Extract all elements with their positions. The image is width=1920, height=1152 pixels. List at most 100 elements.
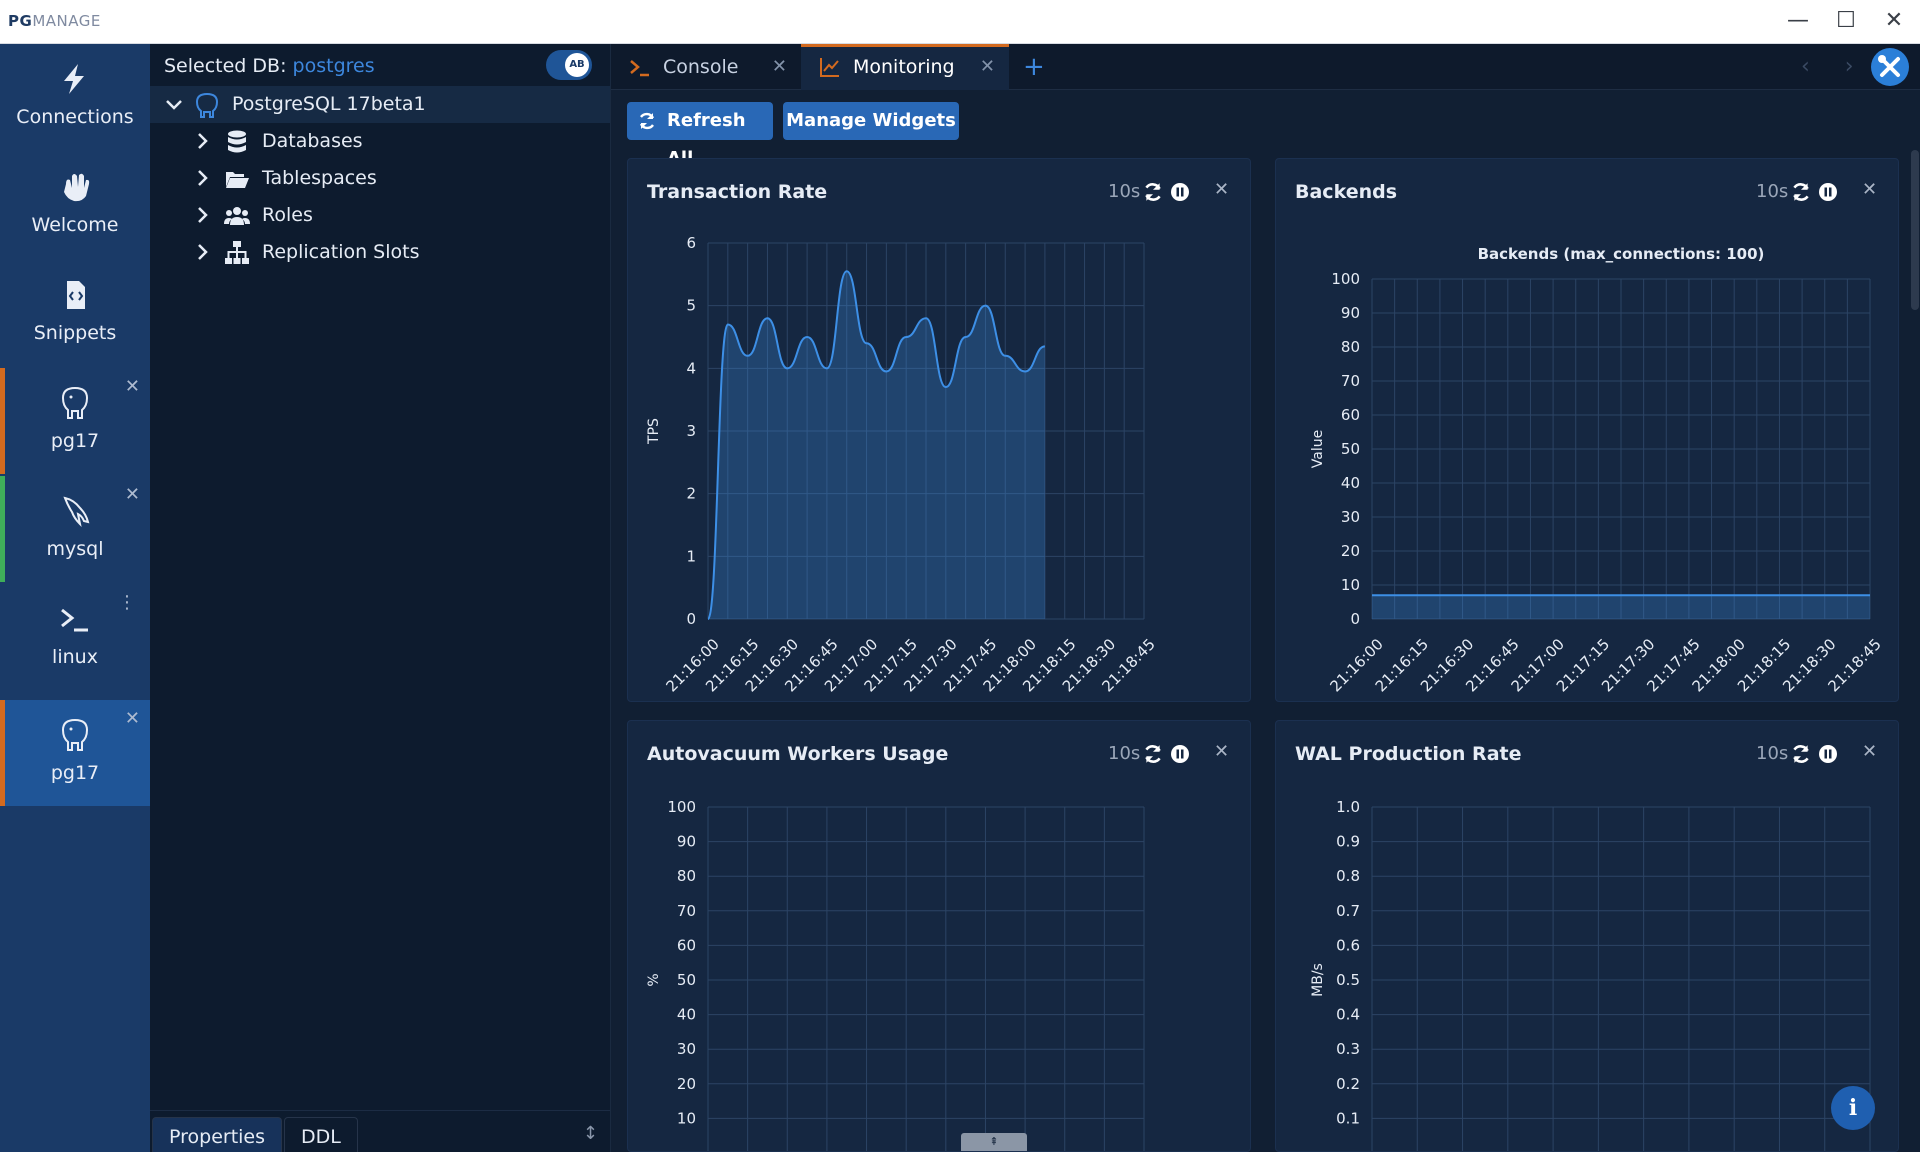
y-tick-label: 90 [1341,304,1360,322]
database-tree-panel: Selected DB: postgres AB PostgreSQL 17be… [150,44,610,1152]
tab-ddl[interactable]: DDL [284,1117,358,1152]
chevron-down-icon[interactable] [164,94,184,114]
tab-label: Console [663,56,739,78]
resize-handle-icon[interactable]: ↕ [583,1123,598,1144]
rail-label: Welcome [31,214,119,236]
rail-label: pg17 [50,762,100,784]
chevron-right-icon[interactable] [192,242,212,262]
tree-node-server[interactable]: PostgreSQL 17beta1 [150,86,610,123]
close-connection-icon[interactable]: ✕ [125,484,140,505]
rail-label: pg17 [50,430,100,452]
autocomplete-toggle[interactable]: AB [546,50,592,80]
chevron-right-icon[interactable] [192,131,212,151]
series-area [1372,595,1870,619]
y-tick-label: 0.1 [1336,1109,1360,1127]
y-tick-label: 1.0 [1336,798,1360,816]
y-axis-label: TPS [646,418,662,445]
workspace-scrollbar[interactable] [1911,150,1919,310]
rail-label: linux [52,646,98,668]
bolt-icon [64,64,84,94]
y-axis-label: % [646,973,662,986]
close-connection-icon[interactable]: ✕ [125,708,140,729]
tab-console[interactable]: Console ✕ [611,44,801,90]
y-tick-label: 0.3 [1336,1040,1360,1058]
logo-manage: MANAGE [32,12,101,30]
y-tick-label: 80 [1341,338,1360,356]
button-label: Manage Widgets [786,110,956,131]
y-tick-label: 6 [686,234,696,252]
tree-node-roles[interactable]: Roles [150,197,610,234]
close-window-button[interactable]: ✕ [1872,6,1916,38]
folder-open-icon [226,172,249,188]
tools-button[interactable] [1871,48,1909,86]
tree-node-databases[interactable]: Databases [150,123,610,160]
bottom-panel-handle[interactable]: ⇞ [961,1133,1027,1151]
widget-wal-production-rate: WAL Production Rate 10s ✕ 0.1 0.2 0.3 0.4 0.… [1275,720,1899,1152]
y-tick-label: 0.6 [1336,936,1360,954]
selected-db-name[interactable]: postgres [293,55,375,77]
tab-monitoring[interactable]: Monitoring ✕ [801,44,1009,90]
widget-transaction-rate: Transaction Rate 10s ✕ 0 1 2 3 4 5 6 TPS 21:16:0… [627,158,1251,702]
y-tick-label: 0.7 [1336,902,1360,920]
add-tab-button[interactable]: + [1023,52,1045,82]
rail-item-connections[interactable]: Connections [0,44,150,150]
tree-node-label: Roles [262,204,313,226]
tab-nav-arrows[interactable]: ‹ › [1801,54,1868,79]
y-tick-label: 4 [686,359,696,377]
tree-node-tablespaces[interactable]: Tablespaces [150,160,610,197]
info-button[interactable]: i [1831,1086,1875,1130]
wrench-screwdriver-icon [1878,55,1900,77]
y-tick-label: 0.4 [1336,1006,1360,1024]
y-axis-label: MB/s [1310,963,1326,997]
tree-node-label: PostgreSQL 17beta1 [232,93,426,115]
connection-menu-icon[interactable]: ⋮ [118,592,136,613]
close-connection-icon[interactable]: ✕ [125,376,140,397]
rail-item-pg17-active[interactable]: pg17 ✕ [0,700,150,806]
chevron-right-icon[interactable] [192,205,212,225]
rail-item-mysql[interactable]: mysql ✕ [0,476,150,582]
y-tick-label: 50 [677,971,696,989]
tab-properties[interactable]: Properties [152,1117,283,1152]
code-file-icon [67,281,85,309]
y-tick-label: 70 [677,902,696,920]
y-tick-label: 1 [686,547,696,565]
rail-label: Snippets [33,322,117,344]
sitemap-icon [225,241,249,264]
rail-item-snippets[interactable]: Snippets [0,260,150,366]
app-logo: PGMANAGE [8,12,101,30]
y-tick-label: 20 [677,1075,696,1093]
refresh-all-button[interactable]: Refresh All [627,102,773,169]
wal-chart: 0.1 0.2 0.3 0.4 0.5 0.6 0.7 0.8 0.9 1.0 MB/s [1310,798,1871,1151]
tree-node-label: Tablespaces [262,167,377,189]
y-tick-label: 20 [1341,542,1360,560]
workspace-tabbar: Console ✕ Monitoring ✕ + ‹ › [611,44,1920,90]
refresh-icon [639,112,655,130]
y-tick-label: 80 [677,867,696,885]
tree-node-label: Databases [262,130,363,152]
widget-backends: Backends 10s ✕ 0 10 20 30 40 50 60 70 80 90 100 Val… [1275,158,1899,702]
minimize-button[interactable]: — [1776,6,1820,38]
tree-node-label: Replication Slots [262,241,420,263]
manage-widgets-button[interactable]: Manage Widgets [783,102,959,140]
y-tick-label: 0.5 [1336,971,1360,989]
y-tick-label: 50 [1341,440,1360,458]
rail-item-welcome[interactable]: Welcome [0,152,150,258]
rail-item-linux[interactable]: linux ⋮ [0,584,150,690]
backends-chart: 0 10 20 30 40 50 60 70 80 90 100 Value Backends (max… [1310,245,1885,695]
rail-item-pg17[interactable]: pg17 ✕ [0,368,150,474]
y-tick-label: 30 [677,1040,696,1058]
logo-pg: PG [8,12,33,30]
transaction-rate-chart: 0123456TPS21:16:0021:16:1521:16:3021:16:… [646,234,1159,695]
close-tab-icon[interactable]: ✕ [772,56,787,77]
y-tick-label: 40 [1341,474,1360,492]
terminal-icon [630,60,649,77]
tree-node-replication-slots[interactable]: Replication Slots [150,234,610,271]
y-tick-label: 30 [1341,508,1360,526]
y-tick-label: 100 [667,798,696,816]
connection-color-accent [0,700,5,806]
maximize-button[interactable]: ☐ [1824,6,1868,38]
users-icon [224,207,250,225]
postgres-elephant-icon [195,92,219,118]
close-tab-icon[interactable]: ✕ [980,56,995,77]
chevron-right-icon[interactable] [192,168,212,188]
